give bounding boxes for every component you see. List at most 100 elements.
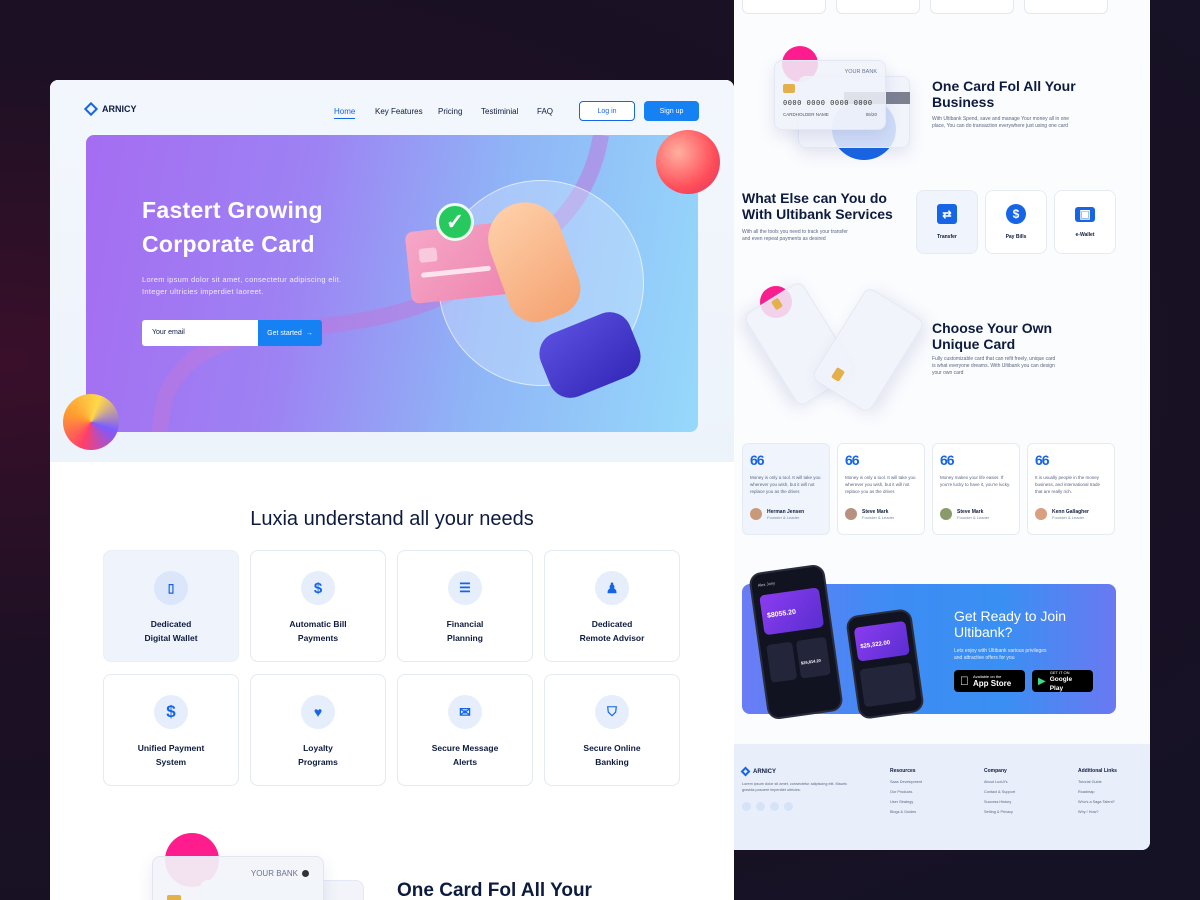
footer-link[interactable]: Saas Development <box>890 780 922 784</box>
testimonial-name: Herman Jensen <box>767 508 805 515</box>
service-label: e-Wallet <box>1075 231 1095 238</box>
cta-banner: Alex Jony $8055.20 $26,814.20 $25,322.00… <box>742 563 1116 721</box>
nav-pricing[interactable]: Pricing <box>438 107 462 116</box>
testimonial-text: Money makes your life easier. If you're … <box>940 475 1011 487</box>
dollar-icon: $ <box>154 695 188 729</box>
footer-link[interactable]: Tutorial Guide <box>1078 780 1117 784</box>
twitter-icon[interactable] <box>756 802 765 811</box>
get-started-label: Get started <box>267 329 302 337</box>
google-play-button[interactable]: ▶ GET IT ON Google Play <box>1032 670 1093 692</box>
signup-button[interactable]: Sign up <box>644 101 699 121</box>
need-card-remote-advisor[interactable]: ♟ Dedicated Remote Advisor <box>544 550 680 662</box>
avatar <box>940 508 952 520</box>
footer-link[interactable]: Roadmap <box>1078 790 1117 794</box>
youtube-icon[interactable] <box>770 802 779 811</box>
footer-link[interactable]: Contact & Support <box>984 790 1015 794</box>
need-card-online-banking[interactable]: ⛉ Secure Online Banking <box>544 674 680 786</box>
need-card-unified-payment[interactable]: $ Unified Payment System <box>103 674 239 786</box>
phone-greeting: Alex Jony <box>757 580 776 588</box>
card-exp: 06/20 <box>865 112 877 117</box>
cta-title: Get Ready to Join Ultibank? <box>954 608 1067 640</box>
need-label: Unified Payment System <box>137 743 205 767</box>
need-label: Dedicated Digital Wallet <box>144 619 198 643</box>
tab-2[interactable] <box>836 0 920 14</box>
arrow-right-icon: → <box>305 329 313 337</box>
instagram-icon[interactable] <box>784 802 793 811</box>
footer-link[interactable]: Who's a Saga Talent? <box>1078 800 1117 804</box>
check-icon: ✓ <box>436 203 474 241</box>
get-started-button[interactable]: Get started → <box>258 320 322 346</box>
avatar <box>1035 508 1047 520</box>
footer-company: Company About LuxUI's Contact & Support … <box>984 768 1015 820</box>
facebook-icon[interactable] <box>742 802 751 811</box>
footer-brand[interactable]: ARNICY <box>740 766 776 777</box>
brand-name: ARNICY <box>102 104 137 114</box>
footer-link[interactable]: Setting & Privacy <box>984 810 1015 814</box>
nav-key-features[interactable]: Key Features <box>375 107 423 116</box>
card-name: CARDHOLDER NAME <box>783 112 829 117</box>
play-icon: ▶ <box>1038 675 1046 687</box>
need-label: Secure Online Banking <box>583 743 641 767</box>
google-play-label: Google Play <box>1049 675 1073 692</box>
footer: ARNICY Lorem ipsum dolor sit amet, conse… <box>734 744 1150 850</box>
logo-icon <box>740 766 751 777</box>
app-store-label: App Store <box>964 679 1011 688</box>
footer-link[interactable]: Success History <box>984 800 1015 804</box>
email-input[interactable]: Your email <box>142 320 258 346</box>
hero-subtitle: Lorem ipsum dolor sit amet, consectetur … <box>142 275 342 296</box>
footer-link[interactable]: About LuxUI's <box>984 780 1015 784</box>
services-title: What Else can You do With Ultibank Servi… <box>742 190 893 222</box>
tab-1[interactable] <box>742 0 826 14</box>
quote-icon: 66 <box>1035 452 1050 468</box>
phone-balance-2: $25,322.00 <box>860 640 891 651</box>
footer-link[interactable]: Our Products <box>890 790 922 794</box>
service-label: Pay Bills <box>1005 234 1027 240</box>
footer-link[interactable]: Why / How? <box>1078 810 1117 814</box>
footer-text: Lorem ipsum dolor sit amet, consectetur … <box>742 782 847 792</box>
quote-icon: 66 <box>845 452 860 468</box>
service-e-wallet[interactable]: ▣ e-Wallet <box>1054 190 1116 254</box>
landing-page-main: ARNICY Home Key Features Pricing Testimi… <box>50 80 734 900</box>
brand-logo[interactable]: ARNICY <box>83 101 137 117</box>
nav-faq[interactable]: FAQ <box>537 107 553 116</box>
need-card-financial-planning[interactable]: ☰ Financial Planning <box>397 550 533 662</box>
document-icon: ☰ <box>448 571 482 605</box>
tab-3[interactable] <box>930 0 1014 14</box>
need-label: Loyalty Programs <box>298 743 338 767</box>
footer-link[interactable]: User Strategy <box>890 800 922 804</box>
footer-resources: Resources Saas Development Our Products … <box>890 768 922 820</box>
testimonial-card: 66 It is usually people in the money bus… <box>1027 443 1115 535</box>
tab-4[interactable] <box>1024 0 1108 14</box>
service-transfer[interactable]: ⇄ Transfer <box>916 190 978 254</box>
need-label: Dedicated Remote Advisor <box>579 619 645 643</box>
logo-icon <box>83 101 99 117</box>
landing-page-secondary: YOUR BANK 0000 0000 0000 0000 CARDHOLDER… <box>734 0 1150 850</box>
service-label: Transfer <box>937 234 957 240</box>
dollar-circle-icon: $ <box>301 571 335 605</box>
testimonial-card: 66 Money is only a tool. It will take yo… <box>742 443 830 535</box>
footer-link[interactable]: Blogs & Guides <box>890 810 922 814</box>
need-label: Secure Message Alerts <box>431 743 499 767</box>
phone-value: $26,814.20 <box>800 657 822 666</box>
need-card-loyalty[interactable]: ♥ Loyalty Programs <box>250 674 386 786</box>
envelope-icon: ✉ <box>448 695 482 729</box>
testimonial-card: 66 Money is only a tool. It will take yo… <box>837 443 925 535</box>
service-pay-bills[interactable]: $ Pay Bills <box>985 190 1047 254</box>
footer-col-title: Company <box>984 768 1007 774</box>
need-card-digital-wallet[interactable]: ▯ Dedicated Digital Wallet <box>103 550 239 662</box>
card-number: 0000 0000 0000 0000 <box>783 99 873 107</box>
need-card-secure-message[interactable]: ✉ Secure Message Alerts <box>397 674 533 786</box>
one-card-text: With Ultibank Spend, save and manage You… <box>932 116 1070 129</box>
unique-text: Fully customizable card that can refit f… <box>932 356 1056 376</box>
nav-testimonial[interactable]: Testiminial <box>481 107 518 116</box>
need-card-bill-payments[interactable]: $ Automatic Bill Payments <box>250 550 386 662</box>
app-store-button[interactable]:  Available on the App Store <box>954 670 1025 692</box>
wallet-icon: ▣ <box>1075 206 1095 222</box>
needs-title: Luxia understand all your needs <box>250 508 534 530</box>
hero-title: Fastert Growing Corporate Card <box>142 193 323 261</box>
testimonial-name: Kenn Gallagher <box>1052 508 1089 515</box>
login-button[interactable]: Log in <box>579 101 635 121</box>
footer-col-title: Resources <box>890 768 916 774</box>
footer-additional: Additional Links Tutorial Guide Roadmap … <box>1078 768 1117 820</box>
nav-home[interactable]: Home <box>334 107 356 119</box>
